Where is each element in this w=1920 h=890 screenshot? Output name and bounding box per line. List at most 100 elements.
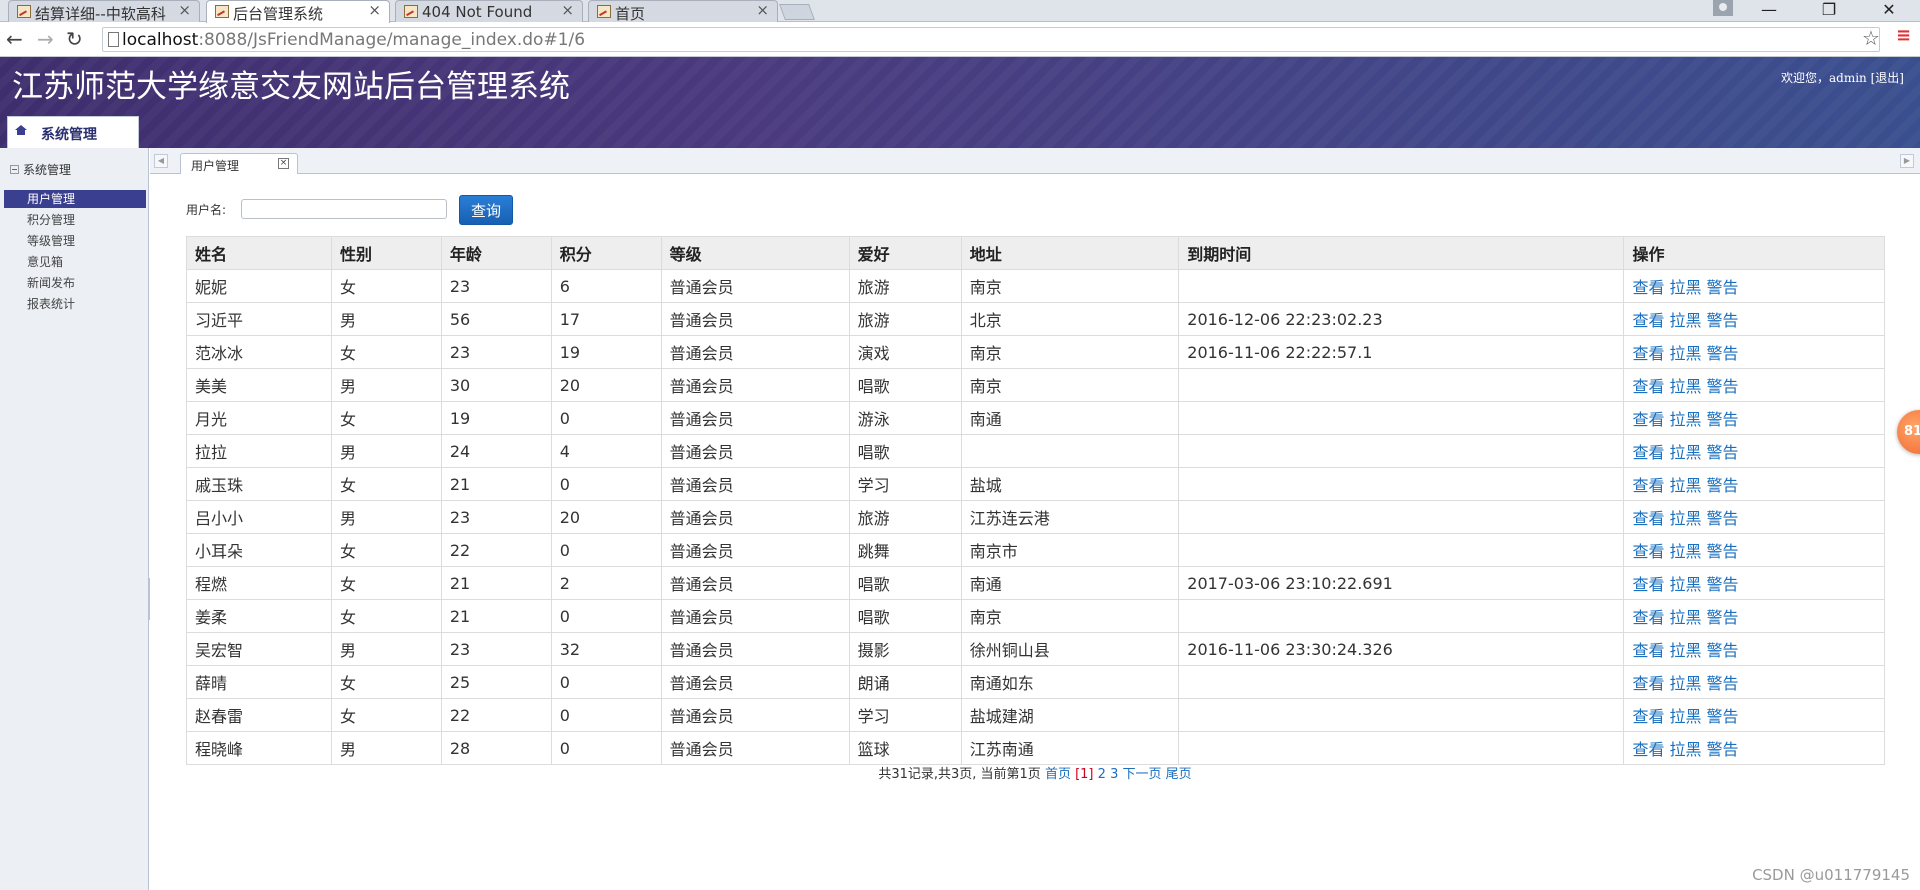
blacklist-link[interactable]: 拉黑 [1669, 509, 1701, 528]
url-field[interactable]: localhost:8088/JsFriendManage/manage_ind… [102, 27, 1880, 52]
warn-link[interactable]: 警告 [1706, 344, 1738, 363]
blacklist-link[interactable]: 拉黑 [1669, 278, 1701, 297]
warn-link[interactable]: 警告 [1706, 707, 1738, 726]
pager-page-link[interactable]: 2 [1098, 767, 1106, 782]
warn-link[interactable]: 警告 [1706, 311, 1738, 330]
tab-scroll-right-icon[interactable]: ▶ [1900, 154, 1914, 168]
blacklist-link[interactable]: 拉黑 [1669, 443, 1701, 462]
view-link[interactable]: 查看 [1632, 476, 1664, 495]
row-actions: 查看 拉黑 警告 [1623, 533, 1885, 567]
tab-scroll-left-icon[interactable]: ◀ [154, 154, 168, 168]
view-link[interactable]: 查看 [1632, 707, 1664, 726]
table-cell: 盐城 [960, 467, 1180, 501]
url-host: localhost [122, 30, 199, 50]
view-link[interactable]: 查看 [1632, 377, 1664, 396]
view-link[interactable]: 查看 [1632, 278, 1664, 297]
view-link[interactable]: 查看 [1632, 641, 1664, 660]
pager-page-link[interactable]: 3 [1110, 767, 1118, 782]
sidebar-item-reports[interactable]: 报表统计 [4, 295, 146, 313]
blacklist-link[interactable]: 拉黑 [1669, 740, 1701, 759]
table-cell: 女 [330, 566, 442, 600]
table-cell: 0 [550, 533, 662, 567]
warn-link[interactable]: 警告 [1706, 740, 1738, 759]
blacklist-link[interactable]: 拉黑 [1669, 542, 1701, 561]
view-link[interactable]: 查看 [1632, 509, 1664, 528]
close-icon[interactable]: × [756, 1, 769, 19]
bookmark-star-icon[interactable]: ☆ [1862, 26, 1880, 50]
view-link[interactable]: 查看 [1632, 608, 1664, 627]
forward-arrow-icon[interactable]: → [37, 28, 54, 50]
blacklist-link[interactable]: 拉黑 [1669, 674, 1701, 693]
blacklist-link[interactable]: 拉黑 [1669, 410, 1701, 429]
new-tab-button[interactable] [779, 4, 815, 20]
view-link[interactable]: 查看 [1632, 575, 1664, 594]
blacklist-link[interactable]: 拉黑 [1669, 476, 1701, 495]
warn-link[interactable]: 警告 [1706, 542, 1738, 561]
browser-tab[interactable]: 404 Not Found × [395, 0, 583, 22]
blacklist-link[interactable]: 拉黑 [1669, 377, 1701, 396]
view-link[interactable]: 查看 [1632, 443, 1664, 462]
sidebar-item-points-management[interactable]: 积分管理 [4, 211, 146, 229]
restore-icon[interactable]: ❐ [1806, 0, 1852, 22]
pager-next-link[interactable]: 下一页 [1123, 767, 1162, 782]
sidebar-item-level-management[interactable]: 等级管理 [4, 232, 146, 250]
browser-tab[interactable]: 结算详细--中软高科 × [8, 0, 200, 22]
table-row: 妮妮女 23 6 普通会员 旅游 南京 查看 拉黑 警告 [186, 269, 1885, 303]
warn-link[interactable]: 警告 [1706, 410, 1738, 429]
warn-link[interactable]: 警告 [1706, 443, 1738, 462]
table-cell: 旅游 [848, 302, 962, 336]
username-search-input[interactable] [241, 199, 447, 219]
top-tab-system[interactable]: 系统管理 [7, 116, 139, 148]
close-icon[interactable]: × [368, 1, 381, 19]
table-cell: 4 [550, 434, 662, 468]
table-cell: 旅游 [848, 269, 962, 303]
table-cell: 22 [440, 533, 552, 567]
menu-icon[interactable]: ≡ [1896, 27, 1911, 46]
search-button[interactable]: 查询 [459, 195, 513, 225]
minimize-icon[interactable]: — [1746, 0, 1792, 22]
view-link[interactable]: 查看 [1632, 410, 1664, 429]
blacklist-link[interactable]: 拉黑 [1669, 344, 1701, 363]
close-icon[interactable]: × [278, 158, 289, 169]
sidebar-item-user-management[interactable]: 用户管理 [4, 190, 146, 208]
close-icon[interactable]: × [178, 1, 191, 19]
browser-tab[interactable]: 首页 × [588, 0, 778, 22]
view-link[interactable]: 查看 [1632, 674, 1664, 693]
blacklist-link[interactable]: 拉黑 [1669, 707, 1701, 726]
table-cell: 南通如东 [960, 665, 1180, 699]
blacklist-link[interactable]: 拉黑 [1669, 608, 1701, 627]
tab-user-management[interactable]: 用户管理 × [180, 153, 298, 174]
row-actions: 查看 拉黑 警告 [1623, 335, 1885, 369]
logout-link[interactable]: [退出] [1871, 71, 1904, 85]
warn-link[interactable]: 警告 [1706, 509, 1738, 528]
table-cell: 女 [330, 467, 442, 501]
table-cell: 男 [330, 731, 442, 765]
warn-link[interactable]: 警告 [1706, 641, 1738, 660]
view-link[interactable]: 查看 [1632, 542, 1664, 561]
back-arrow-icon[interactable]: ← [6, 28, 23, 50]
blacklist-link[interactable]: 拉黑 [1669, 575, 1701, 594]
warn-link[interactable]: 警告 [1706, 278, 1738, 297]
profile-icon[interactable] [1713, 0, 1733, 16]
blacklist-link[interactable]: 拉黑 [1669, 641, 1701, 660]
warn-link[interactable]: 警告 [1706, 377, 1738, 396]
browser-tab-active[interactable]: 后台管理系统 × [206, 0, 390, 23]
reload-icon[interactable]: ↻ [66, 28, 83, 50]
view-link[interactable]: 查看 [1632, 344, 1664, 363]
warn-link[interactable]: 警告 [1706, 674, 1738, 693]
window-close-icon[interactable]: ✕ [1866, 0, 1912, 22]
sidebar-item-feedback[interactable]: 意见箱 [4, 253, 146, 271]
warn-link[interactable]: 警告 [1706, 575, 1738, 594]
app-title: 江苏师范大学缘意交友网站后台管理系统 [12, 69, 570, 105]
sidebar-heading[interactable]: 系统管理 [10, 161, 71, 178]
sidebar-item-news[interactable]: 新闻发布 [4, 274, 146, 292]
pager-first-link[interactable]: 首页 [1045, 767, 1071, 782]
view-link[interactable]: 查看 [1632, 740, 1664, 759]
close-icon[interactable]: × [561, 1, 574, 19]
table-cell: 21 [440, 566, 552, 600]
warn-link[interactable]: 警告 [1706, 608, 1738, 627]
warn-link[interactable]: 警告 [1706, 476, 1738, 495]
blacklist-link[interactable]: 拉黑 [1669, 311, 1701, 330]
view-link[interactable]: 查看 [1632, 311, 1664, 330]
pager-last-link[interactable]: 尾页 [1166, 767, 1192, 782]
